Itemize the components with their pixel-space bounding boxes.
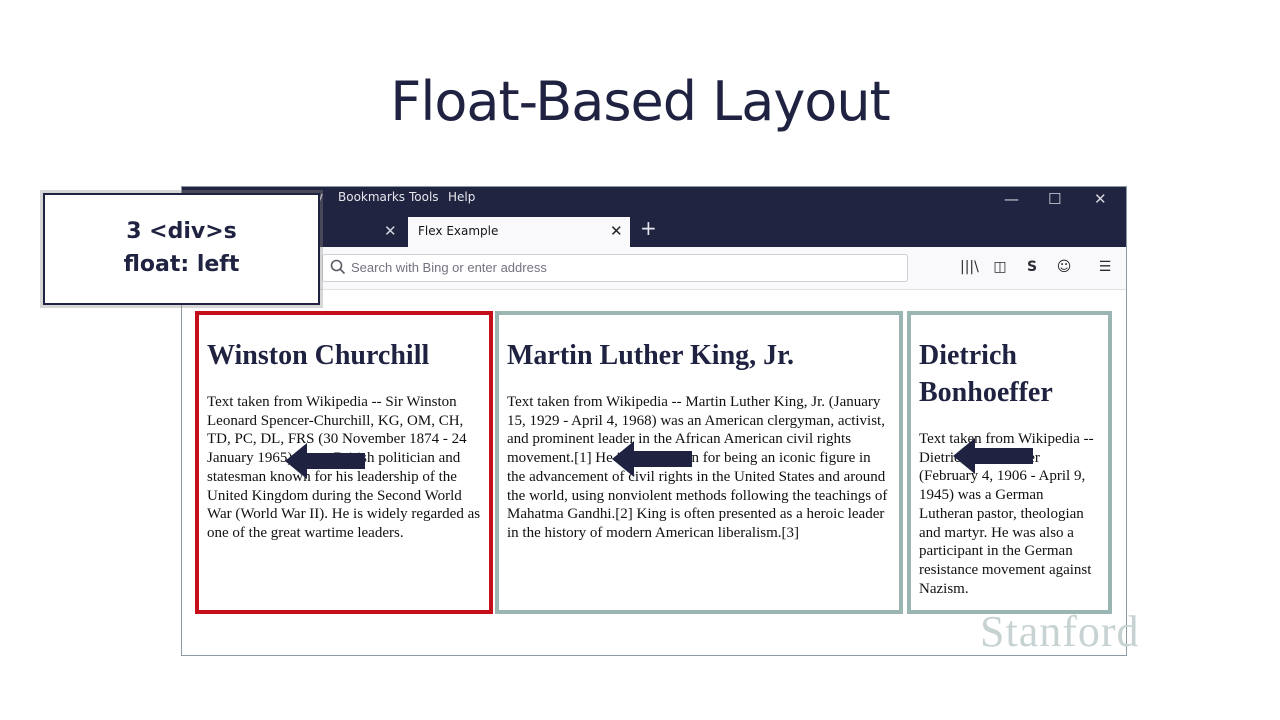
hamburger-menu-icon[interactable]: ☰ (1096, 258, 1114, 276)
slide-title: Float-Based Layout (390, 70, 890, 133)
stanford-watermark: Stanford (980, 607, 1140, 656)
callout-line-2: float: left (123, 252, 240, 277)
address-placeholder: Search with Bing or enter address (351, 260, 547, 275)
close-tab-icon[interactable]: ✕ (610, 222, 623, 240)
callout-line-1: 3 <div>s (126, 219, 237, 244)
menu-bar: y Bookmarks Tools Help — ☐ ✕ (182, 187, 1126, 213)
new-tab-button[interactable]: + (640, 218, 657, 238)
minimize-icon[interactable]: — (1004, 189, 1019, 209)
column-heading: Martin Luther King, Jr. (507, 340, 795, 371)
close-tab-icon[interactable]: ✕ (384, 222, 397, 240)
menu-item-tools[interactable]: Tools (409, 190, 439, 204)
menu-item-help[interactable]: Help (448, 190, 475, 204)
sidebar-icon[interactable]: ◫ (991, 258, 1009, 276)
menu-item-bookmarks[interactable]: Bookmarks (338, 190, 405, 204)
navigation-toolbar: Search with Bing or enter address |||\ ◫… (182, 247, 1126, 290)
maximize-icon[interactable]: ☐ (1048, 189, 1061, 209)
library-icon[interactable]: |||\ (960, 258, 979, 276)
tab-active-title: Flex Example (418, 224, 499, 238)
account-icon[interactable]: ☺ (1055, 258, 1073, 276)
browser-window: y Bookmarks Tools Help — ☐ ✕ ✕ Flex Exam… (181, 186, 1127, 656)
column-heading: Dietrich Bonhoeffer (919, 340, 1053, 408)
left-arrow-icon (285, 443, 365, 479)
column-text: Text taken from Wikipedia -- Martin Luth… (507, 394, 888, 541)
s-extension-icon[interactable]: S (1023, 258, 1041, 276)
close-window-icon[interactable]: ✕ (1094, 189, 1107, 209)
left-arrow-icon (953, 438, 1033, 474)
left-arrow-icon (612, 441, 692, 477)
address-bar[interactable]: Search with Bing or enter address (322, 254, 908, 282)
column-mlk: Martin Luther King, Jr. Text taken from … (495, 311, 903, 614)
search-icon (330, 259, 346, 275)
column-heading: Winston Churchill (207, 340, 430, 371)
callout-box: 3 <div>s float: left (43, 193, 320, 305)
tab-flex-example[interactable]: Flex Example ✕ (408, 217, 630, 247)
